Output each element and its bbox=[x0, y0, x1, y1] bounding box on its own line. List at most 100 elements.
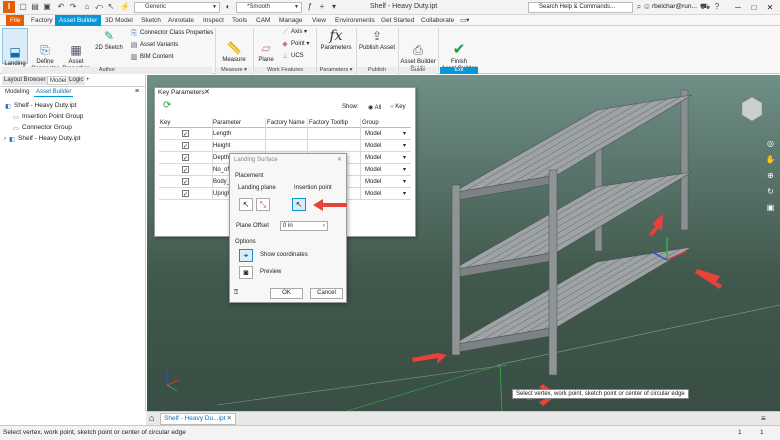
app-logo-icon[interactable]: I bbox=[3, 1, 15, 13]
navbar-zoom-icon[interactable]: ⊕ bbox=[765, 170, 776, 181]
plane-offset-input[interactable]: 0 in › bbox=[280, 221, 328, 231]
home-icon[interactable]: ⌂ bbox=[82, 2, 92, 12]
tree-shelf-part[interactable]: › ◧ Shelf - Heavy Duty.ipt bbox=[4, 135, 80, 144]
select-insertion-point-button[interactable]: ↖ bbox=[292, 198, 306, 211]
close-icon[interactable]: ✕ bbox=[227, 414, 232, 424]
tab-tools[interactable]: Tools bbox=[228, 15, 251, 26]
tab-asset-builder[interactable]: Asset Builder bbox=[55, 15, 102, 26]
maximize-button[interactable]: □ bbox=[746, 0, 762, 15]
ok-button[interactable]: OK bbox=[270, 288, 303, 299]
preview-toggle[interactable]: ◙ bbox=[239, 266, 253, 279]
tab-collaborate[interactable]: Collaborate bbox=[417, 15, 458, 26]
key-checkbox[interactable]: ✓ bbox=[182, 130, 189, 138]
select-plane-button[interactable]: ↖ bbox=[239, 198, 253, 211]
help-icon[interactable]: ? bbox=[712, 2, 722, 12]
close-icon[interactable]: ✕ bbox=[337, 156, 342, 163]
ribbon-options-icon[interactable]: ▭▾ bbox=[456, 15, 473, 26]
point-button[interactable]: ◆ Point ▾ bbox=[281, 40, 309, 49]
key-checkbox[interactable]: ✓ bbox=[182, 142, 189, 150]
landing-surface-button[interactable]: ⬓Landing Surface bbox=[2, 28, 28, 74]
tab-get-started[interactable]: Get Started bbox=[377, 15, 418, 26]
user-icon[interactable]: ☺ bbox=[642, 2, 652, 12]
save-icon[interactable]: ▣ bbox=[42, 2, 52, 12]
table-row[interactable]: ✓ Length Model ▾ bbox=[159, 128, 411, 140]
table-row[interactable]: ✓ Height Model ▾ bbox=[159, 140, 411, 152]
navbar-orbit-icon[interactable]: ↻ bbox=[765, 186, 776, 197]
measure-button[interactable]: 📏 Measure bbox=[220, 40, 248, 64]
axis-button[interactable]: ⟋ Axis ▾ bbox=[281, 28, 307, 37]
return-icon[interactable]: ⤺ bbox=[94, 2, 104, 12]
show-all-radio[interactable]: ◉ All bbox=[368, 104, 381, 111]
add-browser-tab-button[interactable]: + bbox=[84, 76, 92, 85]
tab-menu-icon[interactable]: ≡ bbox=[761, 414, 766, 423]
connector-class-properties-button[interactable]: ⎘ Connector Class Properties bbox=[130, 29, 213, 38]
navbar-pan-icon[interactable]: ✋ bbox=[765, 154, 776, 165]
cancel-button[interactable]: Cancel bbox=[310, 288, 343, 299]
chevron-right-icon[interactable]: › bbox=[323, 222, 325, 230]
search-input[interactable]: Search Help & Commands... bbox=[528, 2, 633, 13]
new-file-icon[interactable]: ▢ bbox=[18, 2, 28, 12]
redo-icon[interactable]: ↷ bbox=[68, 2, 78, 12]
navbar-wheel-icon[interactable]: ◎ bbox=[765, 138, 776, 149]
chevron-down-icon[interactable]: ▾ bbox=[403, 142, 406, 150]
undo-icon[interactable]: ↶ bbox=[56, 2, 66, 12]
menu-icon[interactable]: ≡ bbox=[135, 88, 139, 95]
tab-cam[interactable]: CAM bbox=[252, 15, 274, 26]
close-button[interactable]: ✕ bbox=[762, 0, 778, 15]
subtab-asset-builder[interactable]: Asset Builder bbox=[34, 88, 74, 97]
chevron-down-icon[interactable]: ▾ bbox=[403, 178, 406, 186]
chevron-down-icon[interactable]: ▾ bbox=[403, 154, 406, 162]
tab-factory[interactable]: Factory bbox=[27, 15, 57, 26]
plus-icon[interactable]: + bbox=[317, 2, 327, 12]
tree-connector-group[interactable]: ▭ Connector Group bbox=[12, 124, 72, 133]
more-icon[interactable]: ▾ bbox=[329, 2, 339, 12]
bim-content-button[interactable]: ▥ BIM Content bbox=[130, 53, 174, 62]
visual-style-combo[interactable]: *Smooth ▼ bbox=[236, 2, 302, 13]
tab-environments[interactable]: Environments bbox=[331, 15, 379, 26]
tab-annotate[interactable]: Annotate bbox=[164, 15, 198, 26]
open-file-icon[interactable]: ▤ bbox=[30, 2, 40, 12]
plane-button[interactable]: ▱ Plane bbox=[256, 40, 276, 64]
subtab-modeling[interactable]: Modeling bbox=[3, 88, 31, 97]
parameters-button[interactable]: fx Parameters bbox=[319, 28, 353, 52]
appearance-combo[interactable]: Generic ▼ bbox=[134, 2, 220, 13]
show-coordinates-toggle[interactable]: ⌖ bbox=[239, 249, 253, 262]
minimize-button[interactable]: ─ bbox=[730, 0, 746, 15]
key-checkbox[interactable]: ✓ bbox=[182, 166, 189, 174]
chevron-down-icon[interactable]: ▾ bbox=[403, 130, 406, 138]
tab-model[interactable]: Model bbox=[47, 76, 70, 85]
key-checkbox[interactable]: ✓ bbox=[182, 154, 189, 162]
tree-insertion-point-group[interactable]: ▭ Insertion Point Group bbox=[12, 113, 83, 122]
close-icon[interactable]: ✕ bbox=[204, 88, 210, 96]
asset-variants-button[interactable]: ▤ Asset Variants bbox=[130, 41, 179, 50]
cart-icon[interactable]: ⛟ bbox=[700, 2, 710, 12]
chevron-down-icon[interactable]: ▾ bbox=[403, 190, 406, 198]
refresh-icon[interactable]: ⟳ bbox=[163, 100, 171, 111]
help-icon[interactable]: ⍰ bbox=[234, 289, 238, 297]
show-key-radio[interactable]: ○ Key bbox=[390, 104, 406, 110]
tab-logic[interactable]: Logic bbox=[67, 76, 86, 85]
document-tab[interactable]: Shelf - Heavy Du...ipt ✕ bbox=[160, 413, 236, 425]
publish-asset-button[interactable]: ⇪ Publish Asset bbox=[358, 28, 396, 52]
tab-file[interactable]: File bbox=[6, 15, 25, 26]
fx-icon[interactable]: ƒ bbox=[305, 2, 315, 12]
user-name[interactable]: rbelchar@run... bbox=[652, 3, 697, 10]
update-icon[interactable]: ⚡ bbox=[120, 2, 130, 12]
tab-view[interactable]: View bbox=[308, 15, 330, 26]
chevron-down-icon[interactable]: ▾ bbox=[403, 166, 406, 174]
tab-manage[interactable]: Manage bbox=[275, 15, 307, 26]
select-icon[interactable]: ↖ bbox=[106, 2, 116, 12]
tab-layout-browser[interactable]: Layout Browser bbox=[2, 76, 48, 85]
material-icon[interactable]: ◐ bbox=[223, 2, 233, 12]
tab-inspect[interactable]: Inspect bbox=[199, 15, 228, 26]
ucs-button[interactable]: ⊥ UCS bbox=[281, 52, 304, 61]
flip-plane-button[interactable]: ⤡ bbox=[256, 198, 270, 211]
key-checkbox[interactable]: ✓ bbox=[182, 178, 189, 186]
key-checkbox[interactable]: ✓ bbox=[182, 190, 189, 198]
tab-sketch[interactable]: Sketch bbox=[137, 15, 165, 26]
tab-3d-model[interactable]: 3D Model bbox=[101, 15, 137, 26]
2d-sketch-button[interactable]: ✎ 2D Sketch bbox=[92, 28, 126, 52]
navbar-look-icon[interactable]: ▣ bbox=[765, 202, 776, 213]
home-icon[interactable]: ⌂ bbox=[149, 413, 154, 423]
tree-root[interactable]: ◧ Shelf - Heavy Duty.ipt bbox=[4, 102, 76, 111]
